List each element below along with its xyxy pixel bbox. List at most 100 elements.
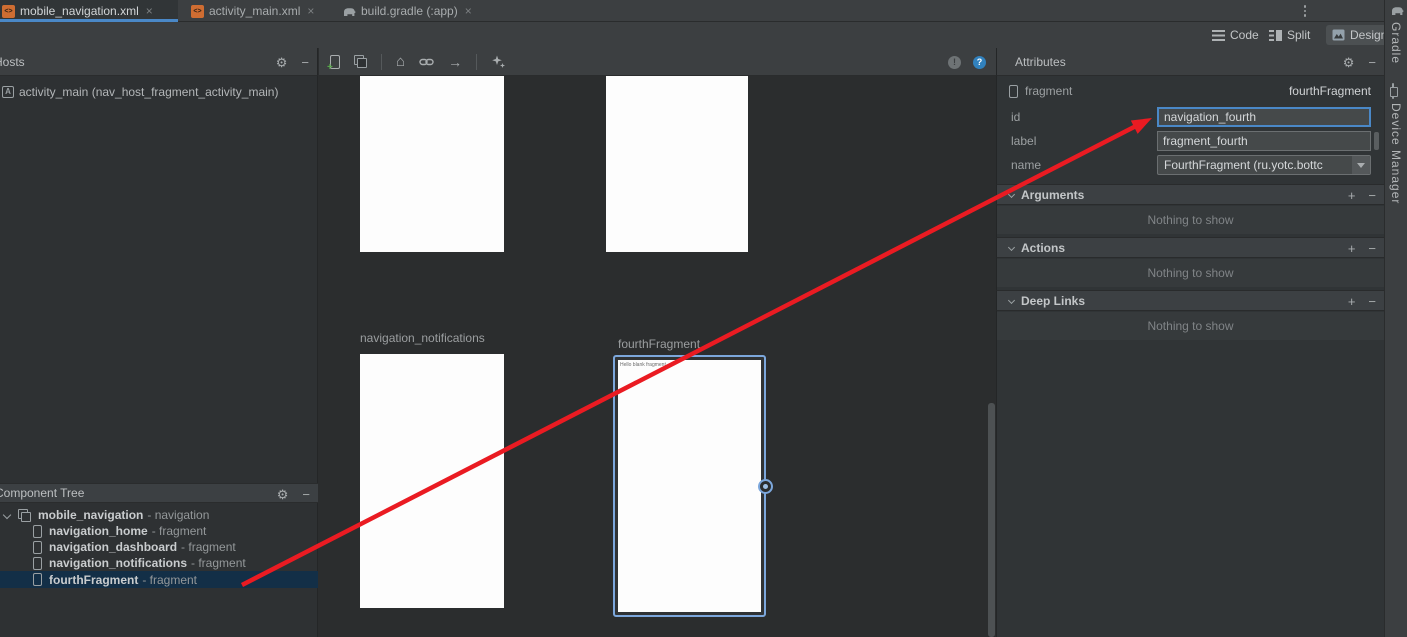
component-id: fourthFragment xyxy=(1289,84,1371,98)
fragment-label-fourth: fourthFragment xyxy=(618,337,700,351)
hide-panel-icon[interactable]: − xyxy=(1368,56,1376,69)
actions-section-body: Nothing to show xyxy=(997,259,1384,287)
deep-links-empty-text: Nothing to show xyxy=(1147,319,1233,333)
action-arrow-icon[interactable]: → xyxy=(448,55,462,69)
label-field[interactable] xyxy=(1157,131,1371,151)
deep-links-section-header[interactable]: Deep Links + − xyxy=(996,290,1384,311)
arguments-section-header[interactable]: Arguments + − xyxy=(996,184,1384,205)
fragment-preview-text: Hello blank fragment xyxy=(618,360,761,368)
tab-close-icon[interactable]: × xyxy=(465,5,472,17)
start-destination-icon[interactable]: ⌂ xyxy=(396,54,405,69)
tree-item-type: - fragment xyxy=(142,573,197,587)
add-argument-icon[interactable]: + xyxy=(1348,189,1356,202)
tab-overflow-icon[interactable] xyxy=(1298,2,1312,20)
activity-icon: A xyxy=(2,86,14,98)
fragment-preview-home[interactable] xyxy=(360,76,504,252)
design-label: Design xyxy=(1350,28,1387,42)
add-action-icon[interactable]: + xyxy=(1348,242,1356,255)
fragment-icon xyxy=(33,541,42,554)
tree-item-navigation-dashboard[interactable]: navigation_dashboard - fragment xyxy=(0,539,318,555)
dropdown-button[interactable] xyxy=(1352,156,1370,174)
design-toolbar: + ⌂ → ! ? xyxy=(319,48,996,76)
id-label: id xyxy=(1011,110,1020,124)
actions-section-header[interactable]: Actions + − xyxy=(996,237,1384,258)
name-dropdown[interactable]: FourthFragment (ru.yotc.bottc xyxy=(1157,155,1371,175)
tree-item-name: navigation_notifications xyxy=(49,556,187,570)
split-label: Split xyxy=(1287,28,1310,42)
gear-icon[interactable]: ⚙ xyxy=(1343,56,1355,69)
tab-label: activity_main.xml xyxy=(209,4,300,18)
actions-empty-text: Nothing to show xyxy=(1147,266,1233,280)
new-nested-graph-icon[interactable] xyxy=(354,55,367,68)
expand-chevron-icon[interactable] xyxy=(3,511,11,519)
deep-link-icon[interactable] xyxy=(419,57,434,67)
deep-links-section-body: Nothing to show xyxy=(997,312,1384,340)
fragment-label-notifications: navigation_notifications xyxy=(360,331,485,345)
id-attribute-row: id xyxy=(997,107,1385,127)
fragment-icon xyxy=(33,525,42,538)
gradle-icon xyxy=(1390,5,1404,16)
field-scroll-pill[interactable] xyxy=(1374,132,1379,150)
add-deep-link-icon[interactable]: + xyxy=(1348,295,1356,308)
host-item-activity-main[interactable]: A activity_main (nav_host_fragment_activ… xyxy=(0,83,318,100)
name-attribute-row: name FourthFragment (ru.yotc.bottc xyxy=(997,155,1385,175)
tab-label: mobile_navigation.xml xyxy=(20,4,139,18)
action-handle[interactable] xyxy=(758,479,773,494)
canvas-vertical-scrollbar[interactable] xyxy=(988,403,995,637)
tree-item-name: fourthFragment xyxy=(49,573,138,587)
fragment-preview-dashboard[interactable] xyxy=(606,76,748,252)
tree-item-name: navigation_home xyxy=(49,524,148,538)
fragment-icon xyxy=(1009,85,1018,98)
tree-item-type: - fragment xyxy=(152,524,207,538)
warnings-icon[interactable]: ! xyxy=(948,56,961,69)
hide-panel-icon[interactable]: − xyxy=(302,488,310,501)
tree-item-name: mobile_navigation xyxy=(38,508,143,522)
chevron-down-icon xyxy=(1008,191,1015,198)
fragment-preview-fourth-selected[interactable]: Hello blank fragment xyxy=(613,355,766,617)
xml-file-icon: <> xyxy=(191,5,204,18)
tab-activity-main[interactable]: <> activity_main.xml × xyxy=(183,0,330,22)
code-icon xyxy=(1212,30,1225,41)
device-manager-tool-window-button[interactable]: Device Manager xyxy=(1389,103,1403,204)
id-field[interactable] xyxy=(1157,107,1371,127)
hosts-panel-title: Hosts xyxy=(0,55,25,69)
tree-item-fourth-fragment[interactable]: fourthFragment - fragment xyxy=(0,571,318,588)
gradle-tool-window-button[interactable]: Gradle xyxy=(1389,22,1403,64)
label-attribute-row: label xyxy=(997,131,1385,151)
tree-item-navigation-home[interactable]: navigation_home - fragment xyxy=(0,523,318,539)
tab-close-icon[interactable]: × xyxy=(307,5,314,17)
toolbar-separator xyxy=(381,54,382,70)
arguments-empty-text: Nothing to show xyxy=(1147,213,1233,227)
gear-icon[interactable]: ⚙ xyxy=(276,56,288,69)
name-dropdown-value: FourthFragment (ru.yotc.bottc xyxy=(1164,158,1323,172)
tab-close-icon[interactable]: × xyxy=(146,5,153,17)
tab-build-gradle[interactable]: build.gradle (:app) × xyxy=(334,0,484,22)
deep-links-section-title: Deep Links xyxy=(1021,294,1085,308)
label-label: label xyxy=(1011,134,1036,148)
new-destination-icon[interactable]: + xyxy=(330,55,340,69)
remove-action-icon[interactable]: − xyxy=(1368,242,1376,255)
help-icon[interactable]: ? xyxy=(973,56,986,69)
tree-item-navigation-notifications[interactable]: navigation_notifications - fragment xyxy=(0,555,318,571)
chevron-down-icon xyxy=(1008,297,1015,304)
remove-argument-icon[interactable]: − xyxy=(1368,189,1376,202)
hosts-panel-header: Hosts ⚙ − xyxy=(0,48,318,76)
fragment-preview-fourth: Hello blank fragment xyxy=(618,360,761,612)
gear-icon[interactable]: ⚙ xyxy=(277,488,289,501)
component-tree-title: Component Tree xyxy=(0,486,84,500)
auto-arrange-icon[interactable] xyxy=(491,54,506,69)
toolbar-separator xyxy=(476,54,477,70)
remove-deep-link-icon[interactable]: − xyxy=(1368,295,1376,308)
tab-mobile-navigation[interactable]: <> mobile_navigation.xml × xyxy=(0,0,178,22)
tree-item-mobile-navigation[interactable]: mobile_navigation - navigation xyxy=(0,507,318,523)
fragment-icon xyxy=(33,573,42,586)
hide-panel-icon[interactable]: − xyxy=(301,56,309,69)
fragment-preview-notifications[interactable] xyxy=(360,354,504,608)
component-tree-header: Component Tree ⚙ − xyxy=(0,483,318,503)
android-studio-window: <> mobile_navigation.xml × <> activity_m… xyxy=(0,0,1407,637)
arguments-section-body: Nothing to show xyxy=(997,206,1384,234)
editor-mode-bar: Code Split Design xyxy=(0,22,1384,48)
actions-section-title: Actions xyxy=(1021,241,1065,255)
code-mode-button[interactable]: Code xyxy=(1206,25,1265,45)
split-mode-button[interactable]: Split xyxy=(1263,25,1316,45)
